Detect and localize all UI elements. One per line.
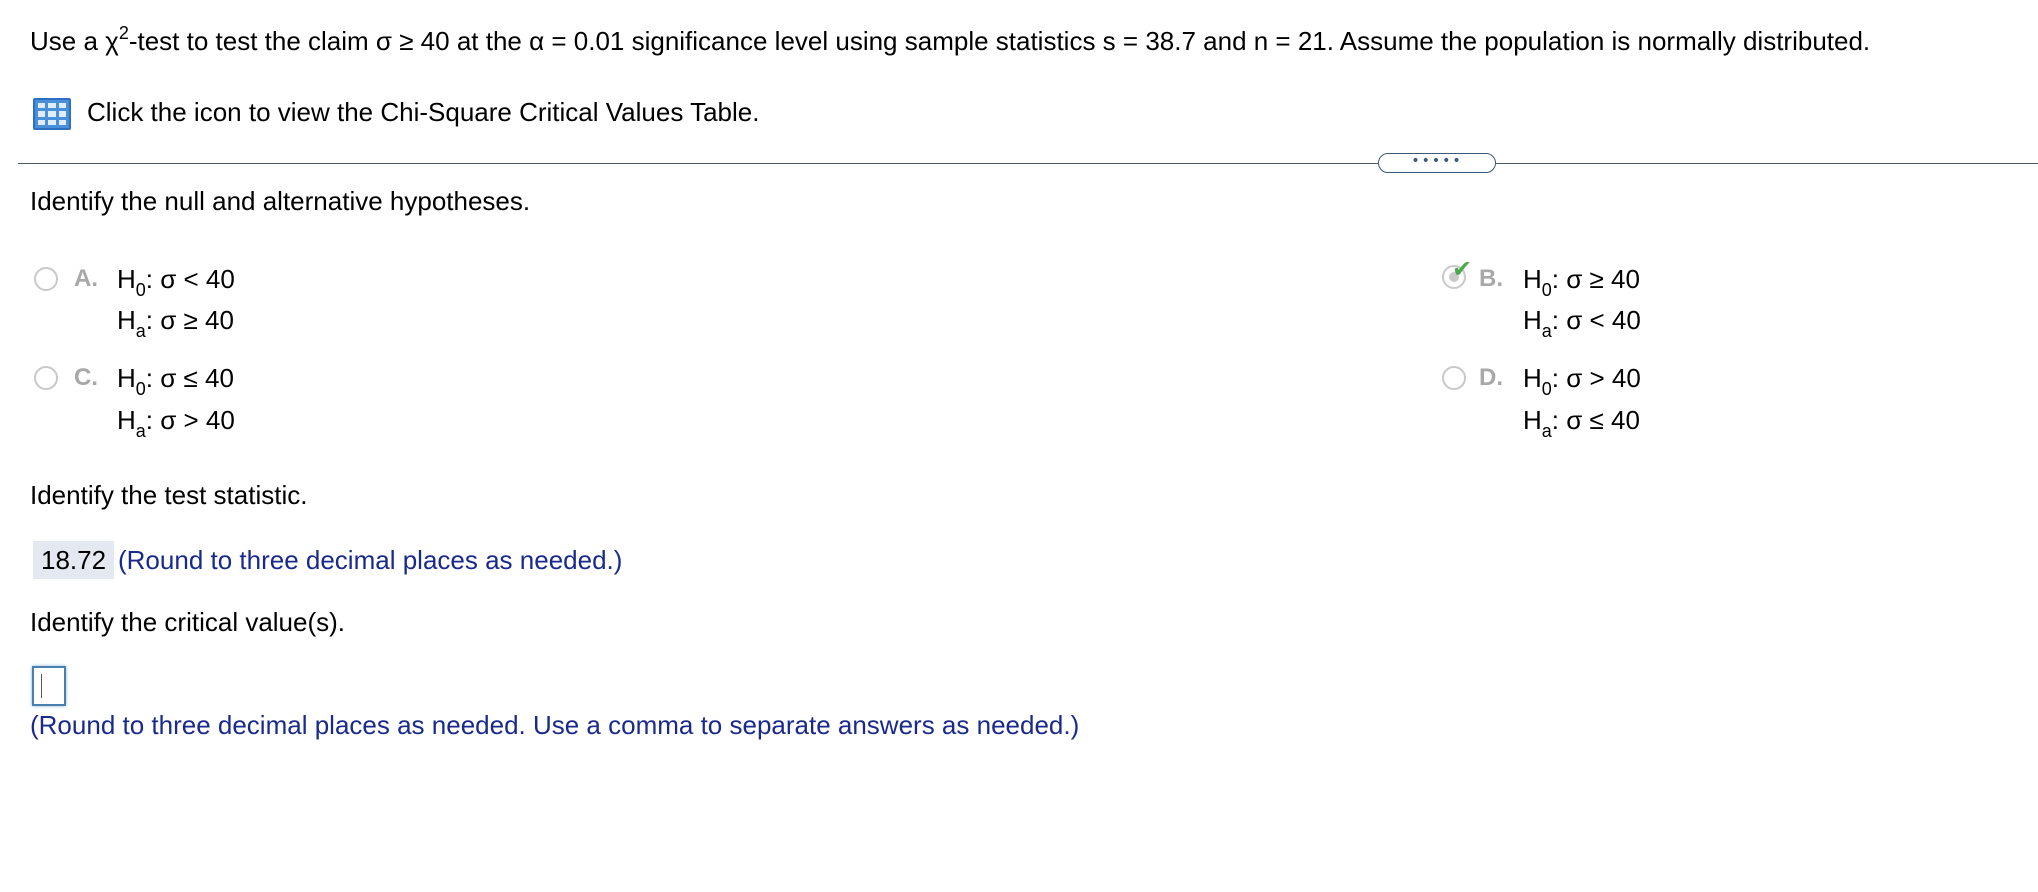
table-icon[interactable] bbox=[33, 98, 71, 130]
option-c-h0: H0: σ ≤ 40 bbox=[117, 363, 234, 399]
test-statistic-hint: (Round to three decimal places as needed… bbox=[118, 545, 623, 575]
option-d-radio[interactable] bbox=[1442, 366, 1466, 390]
text-caret bbox=[41, 674, 42, 698]
question-prefix: Use a bbox=[30, 26, 106, 56]
option-a-h0: H0: σ < 40 bbox=[117, 264, 235, 300]
test-statistic-prompt: Identify the test statistic. bbox=[30, 480, 308, 510]
option-c-ha: Ha: σ > 40 bbox=[117, 405, 235, 441]
critical-values-prompt: Identify the critical value(s). bbox=[30, 607, 346, 637]
chi-exponent: 2 bbox=[118, 23, 129, 43]
test-statistic-answer[interactable]: 18.72 bbox=[33, 541, 115, 579]
table-link-text: Click the icon to view the Chi-Square Cr… bbox=[87, 97, 760, 127]
question-body: -test to test the claim σ ≥ 40 at the α … bbox=[128, 26, 1871, 56]
option-a-radio[interactable] bbox=[34, 267, 58, 291]
section-divider bbox=[18, 163, 2038, 164]
divider-handle[interactable]: ••••• bbox=[1378, 153, 1496, 173]
chi-symbol: χ bbox=[105, 26, 119, 56]
question-text: Use a χ2-test to test the claim σ ≥ 40 a… bbox=[30, 23, 1871, 59]
option-b-h0: H0: σ ≥ 40 bbox=[1523, 264, 1640, 300]
option-b-letter: B. bbox=[1479, 265, 1503, 292]
critical-values-hint: (Round to three decimal places as needed… bbox=[30, 710, 1080, 740]
option-d-ha: Ha: σ ≤ 40 bbox=[1523, 405, 1640, 441]
option-d-letter: D. bbox=[1479, 364, 1503, 391]
option-d-h0: H0: σ > 40 bbox=[1523, 363, 1641, 399]
option-c-radio[interactable] bbox=[34, 366, 58, 390]
hypotheses-prompt: Identify the null and alternative hypoth… bbox=[30, 186, 531, 216]
option-a-letter: A. bbox=[74, 265, 98, 292]
option-c-letter: C. bbox=[74, 364, 98, 391]
option-b-ha: Ha: σ < 40 bbox=[1523, 305, 1641, 341]
option-a-ha: Ha: σ ≥ 40 bbox=[117, 305, 234, 341]
critical-values-input[interactable] bbox=[32, 666, 66, 706]
checkmark-icon: ✔ bbox=[1452, 255, 1473, 283]
